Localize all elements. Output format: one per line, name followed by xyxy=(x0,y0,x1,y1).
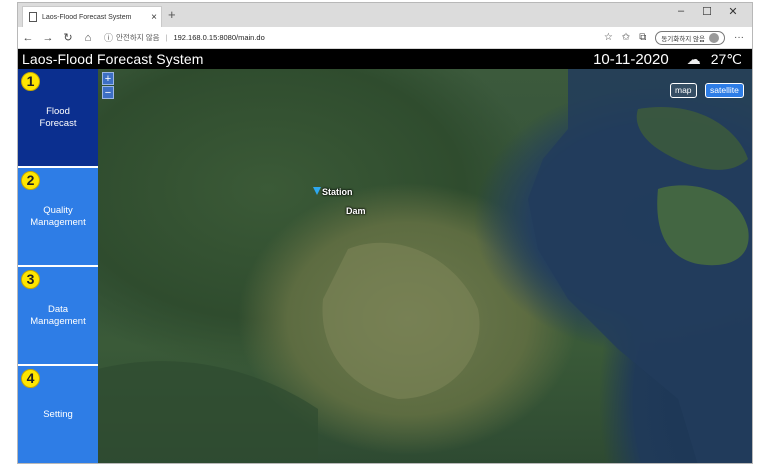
zoom-out-button[interactable]: − xyxy=(102,86,114,99)
plain-region xyxy=(322,242,480,399)
app-header: Laos-Flood Forecast System 10-11-2020 ☁ … xyxy=(18,49,752,69)
profile-status: 동기화하지 않음 xyxy=(661,35,705,43)
step-badge: 3 xyxy=(21,270,40,289)
dam-label[interactable]: Dam xyxy=(346,206,366,216)
sidebar-item-label: Data Management xyxy=(30,303,86,327)
temperature: 27℃ xyxy=(710,50,742,67)
window-controls: – ☐ ✕ xyxy=(668,5,746,18)
cloud-icon: ☁ xyxy=(686,50,701,67)
address-bar: ← → ↻ ⌂ ⓘ 안전하지 않음 | 192.168.0.15:8080/ma… xyxy=(18,27,752,49)
map-view-button[interactable]: map xyxy=(670,83,697,98)
step-badge: 2 xyxy=(21,171,40,190)
tab-title: Laos-Flood Forecast System xyxy=(42,13,132,21)
tab-close-icon[interactable]: × xyxy=(147,12,161,23)
new-tab-button[interactable]: + xyxy=(168,7,176,22)
browser-tab[interactable]: Laos-Flood Forecast System × xyxy=(22,6,162,27)
sidebar-item-setting[interactable]: 4 Setting xyxy=(18,366,98,463)
home-button[interactable]: ⌂ xyxy=(78,32,98,44)
station-marker-icon[interactable] xyxy=(313,187,321,195)
lowland-region xyxy=(98,361,318,463)
close-window-button[interactable]: ✕ xyxy=(720,5,746,18)
sidebar-item-data-management[interactable]: 3 Data Management xyxy=(18,267,98,364)
sidebar-item-label: Flood Forecast xyxy=(39,105,77,129)
url-divider: | xyxy=(165,33,168,42)
browser-window: Laos-Flood Forecast System × + – ☐ ✕ ← →… xyxy=(17,2,753,464)
sidebar-item-quality-management[interactable]: 2 Quality Management xyxy=(18,168,98,265)
url-field[interactable]: ⓘ 안전하지 않음 | 192.168.0.15:8080/main.do xyxy=(104,29,604,47)
url-text[interactable]: 192.168.0.15:8080/main.do xyxy=(173,33,264,42)
zoom-controls: + − xyxy=(102,72,114,99)
map-terrain xyxy=(98,69,752,463)
minimize-button[interactable]: – xyxy=(668,5,694,18)
zoom-in-button[interactable]: + xyxy=(102,72,114,85)
satellite-map[interactable]: + − map satellite Station Dam xyxy=(98,69,752,463)
favorites-list-icon[interactable]: ✩ xyxy=(622,32,630,43)
forward-button[interactable]: → xyxy=(38,32,58,44)
current-date: 10-11-2020 xyxy=(593,50,669,68)
station-label[interactable]: Station xyxy=(322,187,353,197)
security-status: 안전하지 않음 xyxy=(116,33,160,42)
more-menu-button[interactable]: ··· xyxy=(734,32,744,43)
profile-button[interactable]: 동기화하지 않음 xyxy=(655,30,725,45)
tab-strip: Laos-Flood Forecast System × + – ☐ ✕ xyxy=(18,3,752,27)
sidebar: 1 Flood Forecast 2 Quality Management 3 … xyxy=(18,69,98,463)
back-button[interactable]: ← xyxy=(18,32,38,44)
satellite-view-button[interactable]: satellite xyxy=(705,83,744,98)
avatar xyxy=(709,32,719,43)
sidebar-item-flood-forecast[interactable]: 1 Flood Forecast xyxy=(18,69,98,166)
page-title: Laos-Flood Forecast System xyxy=(22,51,204,67)
page-icon xyxy=(29,12,37,22)
maximize-button[interactable]: ☐ xyxy=(694,5,720,18)
sidebar-item-label: Setting xyxy=(43,408,73,420)
info-icon[interactable]: ⓘ xyxy=(104,31,113,44)
collections-icon[interactable]: ⧉ xyxy=(639,32,646,43)
favorite-icon[interactable]: ☆ xyxy=(604,32,613,43)
step-badge: 4 xyxy=(21,369,40,388)
browser-toolbar: ☆ ✩ ⧉ 동기화하지 않음 ··· xyxy=(604,30,744,45)
refresh-button[interactable]: ↻ xyxy=(58,31,78,44)
step-badge: 1 xyxy=(21,72,40,91)
sidebar-item-label: Quality Management xyxy=(30,204,86,228)
